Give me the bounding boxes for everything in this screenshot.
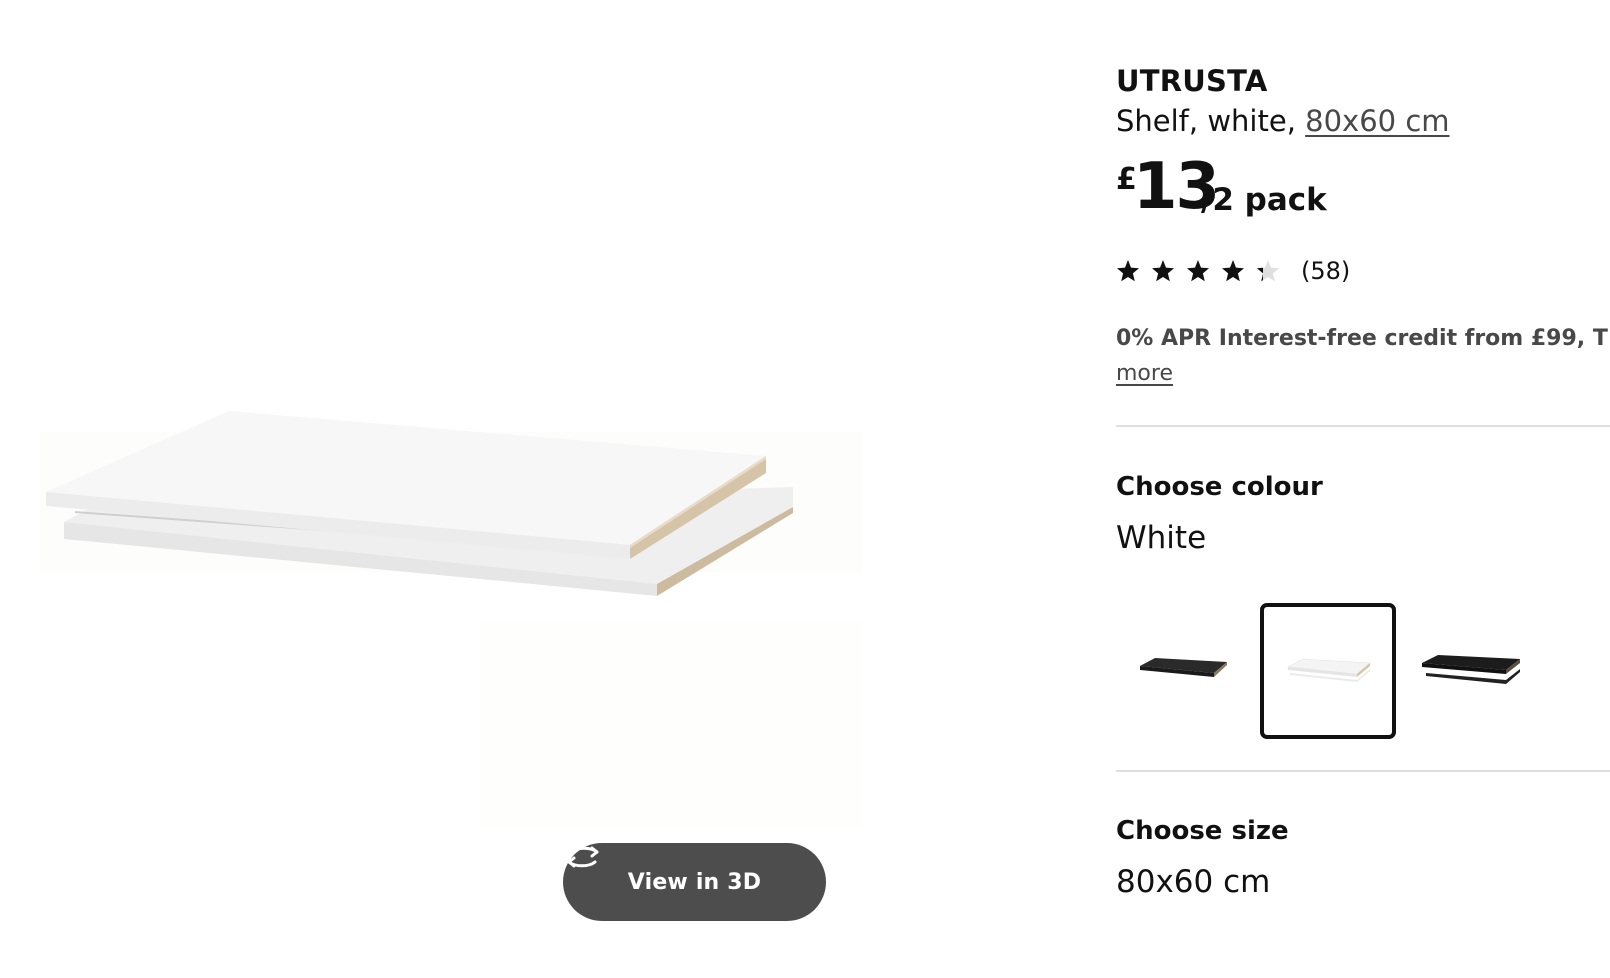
- credit-more-link[interactable]: more: [1116, 361, 1173, 386]
- star-full-icon: [1187, 260, 1209, 282]
- view-in-3d-label: View in 3D: [627, 869, 762, 895]
- product-description: Shelf, white, 80x60 cm: [1116, 104, 1450, 138]
- divider: [1116, 425, 1610, 427]
- colour-option-white[interactable]: [1260, 603, 1396, 739]
- product-image[interactable]: View in 3D: [0, 0, 1000, 978]
- choose-size-title: Choose size: [1116, 816, 1289, 846]
- star-half-icon: [1257, 260, 1279, 282]
- selected-size: 80x60 cm: [1116, 864, 1271, 900]
- star-full-icon: [1117, 260, 1139, 282]
- choose-colour-title: Choose colour: [1116, 472, 1323, 502]
- star-full-icon: [1222, 260, 1244, 282]
- product-info-panel: UTRUSTA Shelf, white, 80x60 cm £ 13 /2 p…: [1116, 0, 1610, 978]
- black-shelf-thumbnail: [1422, 655, 1520, 684]
- rating-reviews[interactable]: (58): [1116, 254, 1350, 288]
- colour-option-black[interactable]: [1404, 603, 1540, 739]
- review-count: (58): [1301, 257, 1351, 285]
- star-full-icon: [1152, 260, 1174, 282]
- product-description-text: Shelf, white,: [1116, 104, 1306, 138]
- selected-colour: White: [1116, 520, 1207, 556]
- rotate-3d-icon: [565, 846, 599, 868]
- product-page: View in 3D UTRUSTA Shelf, white, 80x60 c…: [0, 0, 1610, 978]
- price-unit: /2 pack: [1201, 182, 1327, 218]
- product-name: UTRUSTA: [1116, 64, 1268, 98]
- product-size-link[interactable]: 80x60 cm: [1305, 104, 1449, 138]
- colour-option-black-brown[interactable]: [1116, 603, 1252, 739]
- white-shelf-thumbnail: [1286, 658, 1371, 682]
- black-brown-shelf-thumbnail: [1140, 658, 1227, 677]
- view-in-3d-button[interactable]: View in 3D: [563, 843, 826, 921]
- shelf-photo: [40, 411, 862, 827]
- credit-offer-text: 0% APR Interest-free credit from £99, T: [1116, 326, 1608, 351]
- divider: [1116, 770, 1610, 772]
- photo-bg-lower: [480, 622, 862, 827]
